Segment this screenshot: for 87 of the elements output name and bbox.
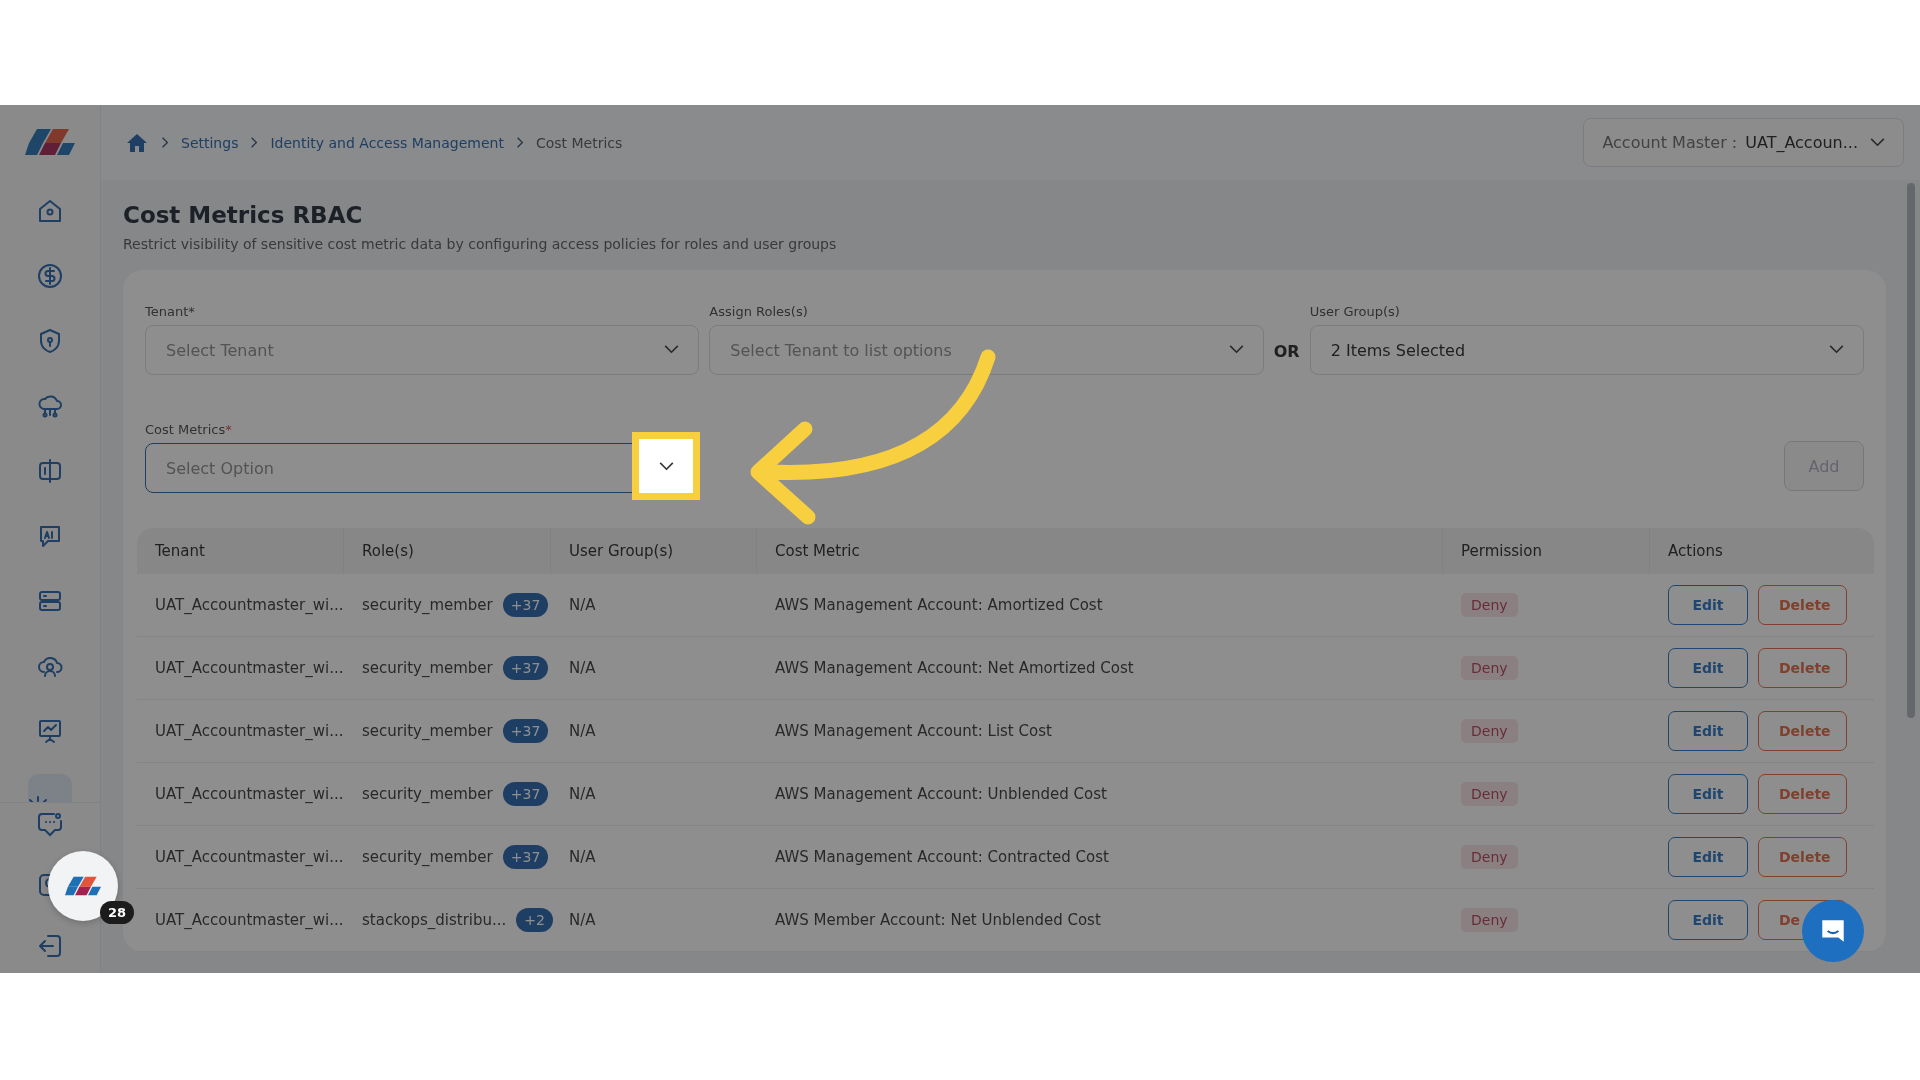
table-cell-text: AWS Management Account: Contracted Cost bbox=[774, 848, 1110, 866]
chevron-right-icon bbox=[250, 136, 259, 149]
scrollbar[interactable] bbox=[1907, 183, 1915, 718]
chevron-down-icon bbox=[1829, 345, 1844, 354]
table-cell-text: N/A bbox=[568, 848, 597, 866]
edit-button[interactable]: Edit bbox=[1668, 774, 1748, 814]
or-label: OR bbox=[1273, 342, 1300, 363]
count-badge[interactable]: +2 bbox=[516, 908, 553, 932]
column-header: Actions bbox=[1667, 541, 1724, 562]
breadcrumb-current: Cost Metrics bbox=[535, 134, 623, 151]
field-label: Tenant* bbox=[145, 304, 196, 319]
table-cell-text: N/A bbox=[568, 722, 597, 740]
chevron-right-icon bbox=[515, 136, 524, 149]
logo-icon bbox=[65, 875, 101, 897]
table-cell-text: N/A bbox=[568, 785, 597, 803]
edit-button[interactable]: Edit bbox=[1668, 837, 1748, 877]
edit-button[interactable]: Edit bbox=[1668, 585, 1748, 625]
page-title: Cost Metrics RBAC bbox=[123, 202, 364, 228]
permission-tag: Deny bbox=[1461, 593, 1518, 617]
table-cell-text: N/A bbox=[568, 596, 597, 614]
breadcrumb-link[interactable]: Settings bbox=[181, 134, 239, 151]
breadcrumb-link[interactable]: Identity and Access Management bbox=[270, 134, 504, 151]
chevron-right-icon bbox=[161, 136, 169, 149]
field-label: Cost Metrics* bbox=[145, 422, 233, 437]
table-cell-text: AWS Management Account: Amortized Cost bbox=[774, 596, 1104, 614]
column-header: Cost Metric bbox=[757, 528, 1443, 574]
count-badge[interactable]: +37 bbox=[502, 656, 549, 680]
table-cell-text: AWS Management Account: Unblended Cost bbox=[774, 785, 1108, 803]
column-header: User Group(s) bbox=[551, 528, 757, 574]
count-badge[interactable]: +37 bbox=[502, 845, 549, 869]
table-cell-text: AWS Member Account: Net Unblended Cost bbox=[774, 911, 1102, 929]
logout-icon[interactable] bbox=[36, 932, 64, 960]
table-cell-text: UAT_Accountmaster_wi... bbox=[154, 596, 344, 614]
table-cell-text: UAT_Accountmaster_wi... bbox=[154, 848, 344, 866]
table-cell-text: AWS Management Account: List Cost bbox=[774, 722, 1053, 740]
permission-tag: Deny bbox=[1461, 656, 1518, 680]
table-cell: security_member bbox=[362, 785, 493, 803]
table-cell: security_member bbox=[362, 596, 493, 614]
table-cell: security_member bbox=[362, 722, 493, 740]
edit-button[interactable]: Edit bbox=[1668, 900, 1748, 940]
column-header: Tenant bbox=[137, 528, 344, 574]
table-cell-text: UAT_Accountmaster_wi... bbox=[154, 911, 344, 929]
account-selector[interactable]: Account Master : UAT_Accoun... bbox=[1583, 118, 1904, 167]
delete-button[interactable]: Delete bbox=[1758, 711, 1847, 751]
delete-button[interactable]: Delete bbox=[1758, 774, 1847, 814]
chat-icon[interactable] bbox=[36, 810, 64, 838]
edit-button[interactable]: Edit bbox=[1668, 711, 1748, 751]
table-cell: security_member bbox=[362, 659, 493, 677]
count-badge[interactable]: +37 bbox=[502, 782, 549, 806]
chevron-down-icon bbox=[664, 345, 680, 354]
roles-select[interactable]: Select Tenant to list options bbox=[709, 325, 1264, 375]
dropdown-toggle-button[interactable] bbox=[632, 432, 700, 500]
table-cell-text: UAT_Accountmaster_wi... bbox=[154, 659, 344, 677]
chevron-down-icon bbox=[1870, 138, 1885, 147]
table-cell-text: N/A bbox=[568, 911, 597, 929]
permission-tag: Deny bbox=[1461, 845, 1518, 869]
edit-button[interactable]: Edit bbox=[1668, 648, 1748, 688]
table-cell-text: N/A bbox=[568, 659, 597, 677]
user-groups-select[interactable]: 2 Items Selected bbox=[1309, 325, 1864, 375]
field-label: User Group(s) bbox=[1309, 304, 1401, 319]
logo-icon bbox=[25, 127, 75, 157]
delete-button[interactable]: Delete bbox=[1758, 648, 1847, 688]
permission-tag: Deny bbox=[1461, 908, 1518, 932]
table-cell-text: UAT_Accountmaster_wi... bbox=[154, 722, 344, 740]
table-cell-text: AWS Management Account: Net Amortized Cost bbox=[774, 659, 1135, 677]
count-badge[interactable]: +37 bbox=[502, 719, 549, 743]
column-header: Role(s) bbox=[344, 528, 551, 574]
split-panel-icon bbox=[36, 457, 64, 485]
dollar-icon bbox=[36, 262, 64, 290]
page-subtitle: Restrict visibility of sensitive cost metric data by configuring access policies for roles and user groups bbox=[123, 236, 838, 252]
field-label: Assign Roles(s) bbox=[709, 304, 809, 319]
delete-button[interactable]: Delete bbox=[1758, 837, 1847, 877]
chevron-down-icon bbox=[1228, 345, 1244, 354]
column-header: Permission bbox=[1443, 528, 1650, 574]
table-cell: security_member bbox=[362, 848, 493, 866]
permission-tag: Deny bbox=[1461, 782, 1518, 806]
notification-badge: 28 bbox=[100, 901, 135, 924]
table-cell: stackops_distribu... bbox=[362, 911, 507, 929]
tenant-select[interactable]: Select Tenant bbox=[145, 325, 700, 375]
cloud-network-icon bbox=[36, 392, 64, 420]
permission-tag: Deny bbox=[1461, 719, 1518, 743]
table-cell-text: UAT_Accountmaster_wi... bbox=[154, 785, 344, 803]
count-badge[interactable]: +37 bbox=[502, 593, 549, 617]
home-icon bbox=[36, 197, 64, 225]
delete-button[interactable]: Delete bbox=[1758, 585, 1847, 625]
chevron-down-icon bbox=[658, 461, 674, 471]
presentation-chart-icon bbox=[36, 717, 64, 745]
